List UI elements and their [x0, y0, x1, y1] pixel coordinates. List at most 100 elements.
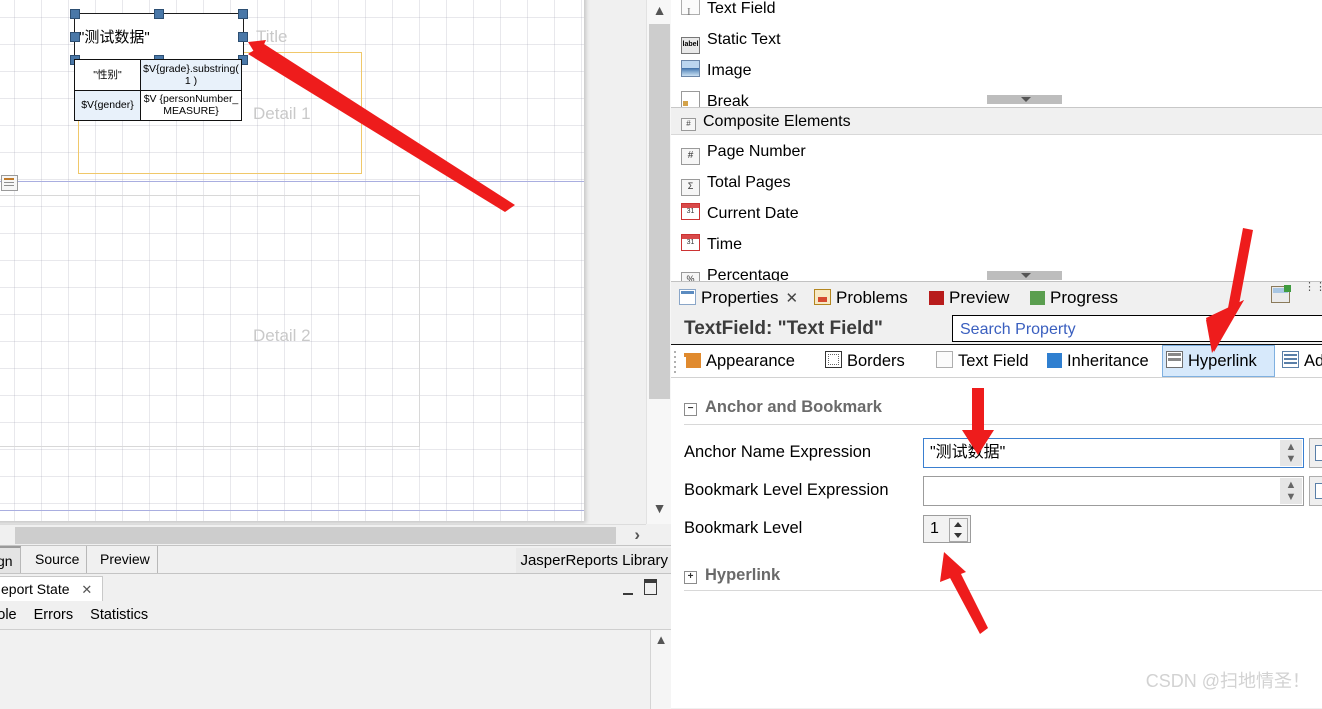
palette-item-label: Percentage — [707, 267, 789, 281]
view-menu-icon[interactable]: ⋮⋮ — [1304, 282, 1322, 303]
category-advanced[interactable]: Ad — [1279, 345, 1322, 377]
palette-item-label: Static Text — [707, 31, 781, 48]
palette-item-static-text[interactable]: label Static Text — [681, 24, 781, 55]
tab-problems[interactable]: Problems — [814, 282, 908, 313]
bookmark-level-stepper[interactable]: 1 — [923, 515, 971, 543]
current-date-icon — [681, 203, 700, 220]
number-stepper-buttons[interactable] — [949, 518, 968, 542]
expand-toggle-icon[interactable]: + — [684, 571, 697, 584]
palette-item-percentage[interactable]: % Percentage — [681, 260, 789, 281]
table-cell[interactable]: $V {personNumber_MEASURE} — [140, 89, 242, 121]
subtab-errors[interactable]: Errors — [34, 607, 73, 623]
tab-preview[interactable]: Preview — [929, 282, 1009, 313]
palette-item-label: Image — [707, 62, 752, 79]
app-window: Title Detail 1 Detail 2 "测试数据" "性别" $V{g… — [0, 0, 1322, 709]
palette-item-image[interactable]: Image — [681, 55, 751, 86]
table-cell[interactable]: $V{grade}.substring( 1 ) — [140, 59, 242, 91]
search-property-field[interactable] — [952, 315, 1322, 343]
section-header-hyperlink[interactable]: + Hyperlink — [684, 560, 780, 590]
chevron-right-icon[interactable]: › — [634, 526, 640, 543]
table-cell[interactable]: "性别" — [74, 59, 141, 91]
tab-properties[interactable]: Properties ✕ — [679, 282, 798, 313]
text-field-icon — [936, 351, 953, 368]
table-cell[interactable]: $V{gender} — [74, 89, 141, 121]
category-hyperlink[interactable]: Hyperlink — [1162, 345, 1275, 377]
palette-scroll-down[interactable] — [987, 95, 1062, 104]
tab-report-state[interactable]: eport State ✕ — [0, 576, 104, 601]
scroll-up-icon[interactable]: ▲ — [647, 2, 671, 18]
resize-handle-e[interactable] — [238, 32, 248, 42]
close-icon[interactable]: ✕ — [785, 290, 798, 307]
tab-preview[interactable]: Preview — [93, 546, 158, 573]
palette-panel: Text Field labelStatic Text Image Break … — [671, 0, 1322, 281]
search-input[interactable] — [958, 316, 1322, 343]
preview-icon — [929, 291, 944, 305]
palette-item-total-pages[interactable]: Σ Total Pages — [681, 167, 791, 198]
band-collapse-icon[interactable] — [1, 175, 18, 191]
label-anchor-name-expression: Anchor Name Expression — [684, 443, 872, 461]
stepper-up-icon[interactable] — [954, 522, 962, 527]
table-row[interactable]: $V{gender} $V {personNumber_MEASURE} — [74, 89, 242, 121]
palette-item-label: Current Date — [707, 205, 799, 222]
scroll-down-icon[interactable]: ▼ — [647, 500, 671, 516]
property-category-tabs: Appearance Borders Text Field Inheritanc… — [671, 344, 1322, 378]
anchor-name-expression-input[interactable]: "测试数据" ▲ ▼ — [923, 438, 1304, 468]
section-header[interactable]: − Anchor and Bookmark — [684, 392, 882, 422]
chevron-down-icon[interactable]: ▼ — [1280, 453, 1302, 465]
expression-stepper[interactable]: ▲ ▼ — [1280, 440, 1302, 466]
scroll-up-icon[interactable]: ▲ — [651, 632, 671, 647]
chevron-up-icon[interactable]: ▲ — [1280, 441, 1302, 453]
report-state-content[interactable] — [0, 630, 651, 709]
subtab-statistics[interactable]: Statistics — [90, 607, 148, 623]
jasperreports-library-label: JasperReports Library — [516, 548, 672, 573]
canvas-horizontal-scrollbar[interactable]: › — [0, 524, 646, 545]
category-label: Hyperlink — [1188, 352, 1257, 370]
resize-handle-nw[interactable] — [70, 9, 80, 19]
category-label: Text Field — [958, 352, 1029, 370]
drag-handle[interactable] — [674, 351, 678, 373]
tab-source[interactable]: Source — [28, 546, 88, 573]
palette-group-composite-elements[interactable]: # Composite Elements — [671, 107, 1322, 135]
collapse-toggle-icon[interactable]: − — [684, 403, 697, 416]
section-title: Hyperlink — [705, 566, 781, 584]
composite-icon: # — [681, 118, 696, 131]
chevron-up-icon[interactable]: ▲ — [1280, 479, 1302, 491]
tab-design[interactable]: gn — [0, 546, 21, 573]
category-inheritance[interactable]: Inheritance — [1044, 345, 1152, 377]
palette-item-page-number[interactable]: # Page Number — [681, 136, 806, 167]
tab-progress[interactable]: Progress — [1030, 282, 1118, 313]
palette-item-text-field[interactable]: Text Field — [681, 0, 775, 28]
scrollbar-thumb[interactable] — [649, 24, 670, 399]
resize-handle-ne[interactable] — [238, 9, 248, 19]
anchor-name-expression-editor-button[interactable] — [1309, 438, 1322, 468]
close-icon[interactable]: ✕ — [81, 582, 92, 597]
expression-stepper[interactable]: ▲ ▼ — [1280, 478, 1302, 504]
category-label: Inheritance — [1067, 352, 1149, 370]
chevron-down-icon[interactable]: ▼ — [1280, 491, 1302, 503]
category-appearance[interactable]: Appearance — [683, 345, 798, 377]
canvas-vertical-scrollbar[interactable]: ▲ ▼ — [646, 0, 671, 524]
report-design-canvas[interactable]: Title Detail 1 Detail 2 "测试数据" "性别" $V{g… — [0, 0, 671, 524]
palette-item-current-date[interactable]: Current Date — [681, 198, 799, 229]
pin-view-icon[interactable] — [1271, 285, 1291, 303]
scrollbar-thumb[interactable] — [15, 527, 616, 544]
band-separator — [0, 510, 584, 511]
category-text-field[interactable]: Text Field — [933, 345, 1032, 377]
bookmark-level-expression-editor-button[interactable] — [1309, 476, 1322, 506]
canvas-page[interactable]: Title Detail 1 Detail 2 "测试数据" "性别" $V{g… — [0, 0, 584, 521]
minimize-icon[interactable] — [623, 583, 633, 595]
resize-handle-n[interactable] — [154, 9, 164, 19]
resize-handle-w[interactable] — [70, 32, 80, 42]
detail2-band-outline[interactable] — [0, 195, 420, 447]
stepper-down-icon[interactable] — [954, 533, 962, 538]
palette-scroll-down-2[interactable] — [987, 271, 1062, 280]
report-state-scrollbar[interactable]: ▲ — [651, 630, 671, 709]
canvas-table[interactable]: "性别" $V{grade}.substring( 1 ) $V{gender}… — [74, 59, 242, 121]
table-row[interactable]: "性别" $V{grade}.substring( 1 ) — [74, 59, 242, 91]
category-borders[interactable]: Borders — [822, 345, 908, 377]
image-icon — [681, 60, 700, 77]
maximize-icon[interactable] — [644, 579, 657, 595]
bookmark-level-expression-input[interactable]: ▲ ▼ — [923, 476, 1304, 506]
palette-item-time[interactable]: Time — [681, 229, 742, 260]
subtab-console[interactable]: sole — [0, 607, 17, 623]
